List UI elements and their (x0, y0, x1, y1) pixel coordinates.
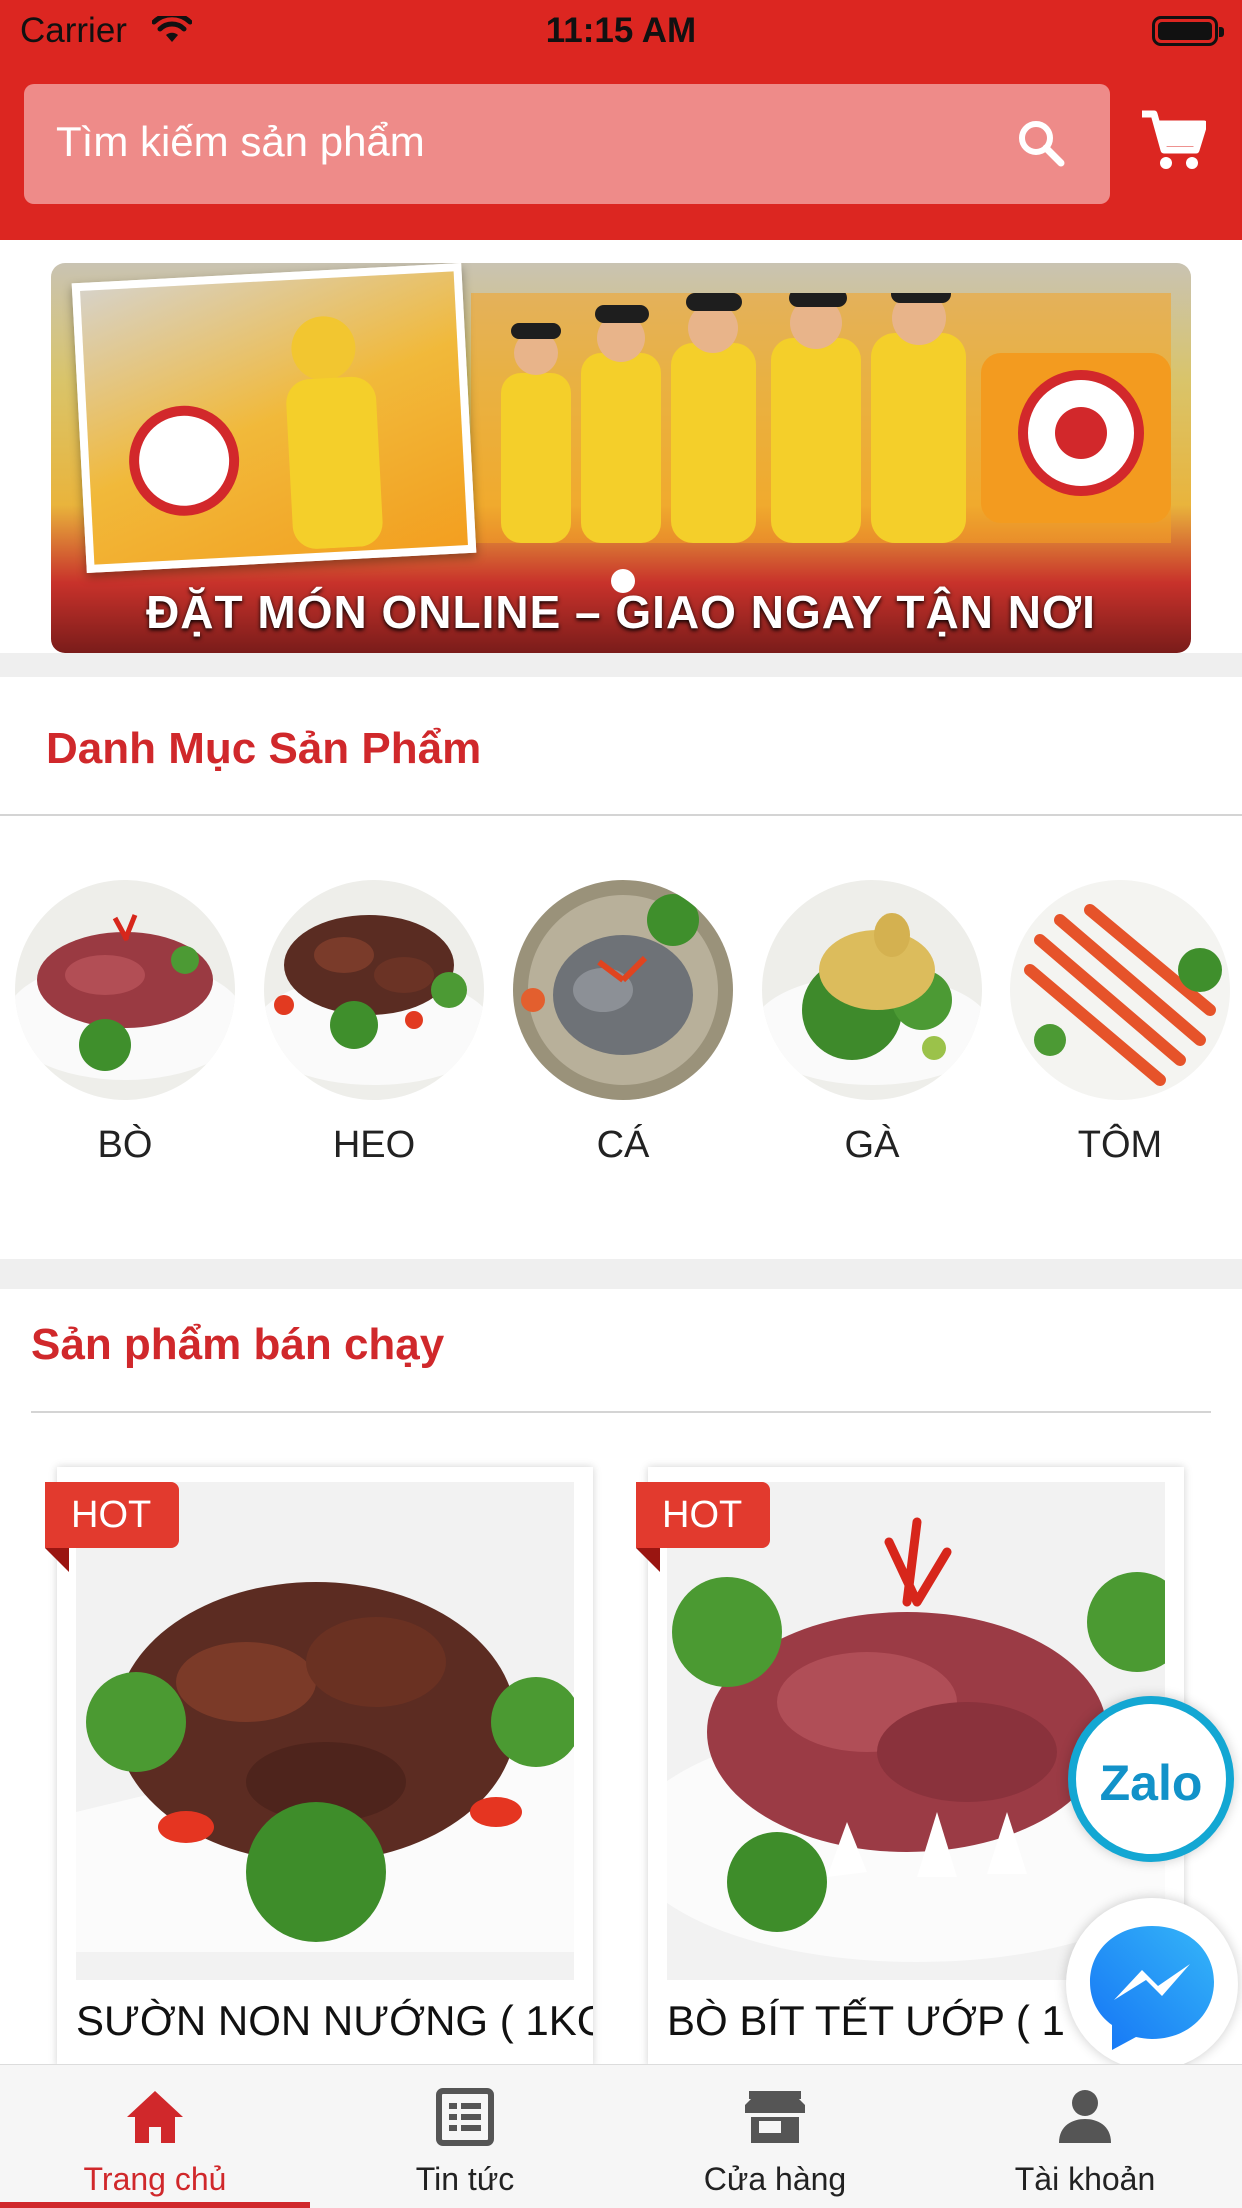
category-label: HEO (332, 1124, 416, 1166)
tab-account[interactable]: Tài khoản (930, 2065, 1240, 2208)
messenger-chat-button[interactable] (1066, 1898, 1238, 2070)
zalo-label: Zalo (1099, 1755, 1203, 1811)
active-tab-indicator (0, 2202, 310, 2208)
promo-banner[interactable]: ĐẶT MÓN ONLINE – GIAO NGAY TẬN NƠI (51, 263, 1191, 653)
badge-fold (636, 1548, 660, 1572)
delivery-team-image (471, 293, 1171, 543)
category-label: BÒ (97, 1124, 153, 1166)
tab-label: Tài khoản (1014, 2161, 1156, 2197)
top-header: Carrier 11:15 AM Tìm kiếm sản phẩm (0, 0, 1242, 240)
section-separator (0, 1259, 1242, 1289)
search-icon[interactable] (1016, 118, 1066, 168)
section-separator (0, 653, 1242, 677)
status-time: 11:15 AM (545, 11, 697, 50)
category-label: TÔM (1077, 1124, 1163, 1166)
bestseller-divider (31, 1411, 1211, 1413)
carousel-page-indicator[interactable] (611, 569, 635, 593)
bottom-tab-bar: Trang chủ Tin tức Cửa hàng Tài khoản (0, 2064, 1242, 2208)
pork-image (264, 880, 484, 1100)
category-label: CÁ (596, 1124, 650, 1166)
fish-image (513, 880, 733, 1100)
hot-badge: HOT (45, 1482, 179, 1548)
home-icon (127, 2091, 183, 2143)
beef-image (15, 880, 235, 1100)
status-bar: Carrier 11:15 AM (0, 0, 1242, 60)
cart-icon[interactable] (1140, 108, 1206, 172)
product-image (76, 1482, 574, 1980)
app-screen: Carrier 11:15 AM Tìm kiếm sản phẩm ĐẶT M… (0, 0, 1242, 2208)
category-item-fish[interactable]: CÁ (513, 880, 733, 1167)
category-item-shrimp[interactable]: TÔM (1010, 880, 1230, 1167)
account-icon (1059, 2090, 1111, 2143)
badge-fold (45, 1548, 69, 1572)
store-icon (745, 2091, 805, 2143)
product-card[interactable]: SƯỜN NON NƯỚNG ( 1KG SƯỜN NON ) (57, 1467, 593, 2067)
tab-label: Cửa hàng (703, 2161, 847, 2197)
chicken-image (762, 880, 982, 1100)
hot-badge: HOT (636, 1482, 770, 1548)
battery-icon (1152, 16, 1224, 46)
search-input[interactable]: Tìm kiếm sản phẩm (56, 118, 425, 166)
courier-photo (71, 263, 477, 574)
banner-caption: ĐẶT MÓN ONLINE – GIAO NGAY TẬN NƠI (146, 586, 1096, 638)
category-item-pork[interactable]: HEO (264, 880, 484, 1167)
messenger-icon (1090, 1926, 1214, 2050)
search-bar[interactable]: Tìm kiếm sản phẩm (24, 84, 1110, 204)
category-divider (0, 814, 1242, 816)
tab-label: Trang chủ (83, 2161, 227, 2197)
category-section-title: Danh Mục Sản Phẩm (46, 724, 482, 773)
tab-news[interactable]: Tin tức (310, 2065, 620, 2208)
category-item-beef[interactable]: BÒ (15, 880, 235, 1167)
news-icon (436, 2088, 494, 2146)
tab-home[interactable]: Trang chủ (0, 2065, 310, 2208)
bestseller-section-title: Sản phẩm bán chạy (31, 1320, 445, 1369)
tab-store[interactable]: Cửa hàng (620, 2065, 930, 2208)
tab-label: Tin tức (415, 2161, 515, 2197)
zalo-chat-button[interactable]: Zalo (1068, 1696, 1234, 1862)
shrimp-image (1010, 880, 1230, 1100)
category-label: GÀ (844, 1124, 900, 1166)
category-item-chicken[interactable]: GÀ (762, 880, 982, 1167)
product-name: SƯỜN NON NƯỚNG ( 1KG SƯỜN NON ) (76, 1997, 593, 2044)
